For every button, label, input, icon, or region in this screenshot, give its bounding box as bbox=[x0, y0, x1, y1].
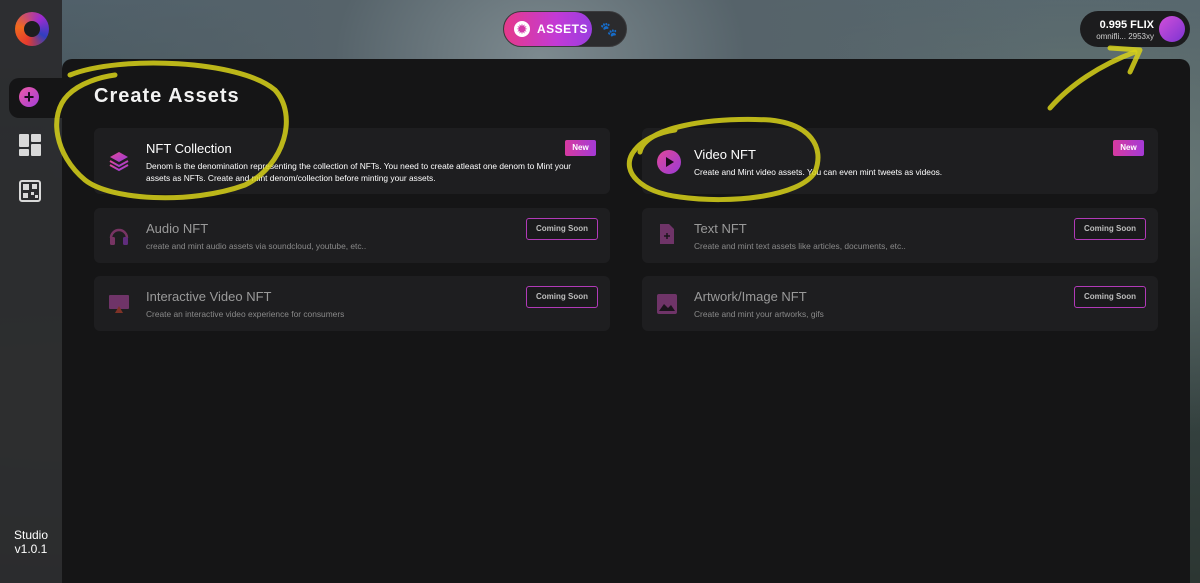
card-audio-nft: Audio NFT create and mint audio assets v… bbox=[94, 208, 610, 263]
coming-soon-badge: Coming Soon bbox=[1074, 286, 1146, 308]
interactive-video-icon bbox=[109, 295, 129, 313]
new-badge: New bbox=[1113, 140, 1144, 156]
wallet-address: omnifli... 2953xy bbox=[1096, 32, 1154, 41]
card-title: NFT Collection bbox=[146, 141, 232, 156]
wallet-widget[interactable]: 0.995 FLIX omnifli... 2953xy bbox=[1080, 11, 1190, 47]
tab-assets-label: ASSETS bbox=[537, 22, 589, 36]
card-nft-collection[interactable]: NFT Collection Denom is the denomination… bbox=[94, 128, 610, 194]
sidebar: + Studio v1.0.1 bbox=[0, 0, 63, 583]
play-icon bbox=[657, 150, 681, 174]
main-panel: Create Assets NFT Collection Denom is th… bbox=[62, 59, 1190, 583]
omniflix-logo[interactable] bbox=[15, 12, 49, 46]
document-icon bbox=[660, 224, 674, 244]
new-badge: New bbox=[565, 140, 596, 156]
plus-circle-icon[interactable]: + bbox=[19, 87, 39, 107]
wallet-balance: 0.995 FLIX bbox=[1099, 19, 1154, 31]
top-tab-switcher: ✹ ASSETS 🐾 bbox=[503, 11, 627, 47]
card-interactive-video-nft: Interactive Video NFT Create an interact… bbox=[94, 276, 610, 331]
tab-assets[interactable]: ✹ ASSETS bbox=[504, 12, 592, 46]
avatar[interactable] bbox=[1159, 16, 1185, 42]
card-artwork-image-nft: Artwork/Image NFT Create and mint your a… bbox=[642, 276, 1158, 331]
card-description: Create an interactive video experience f… bbox=[146, 309, 345, 319]
headphones-icon bbox=[109, 228, 129, 245]
dashboard-icon[interactable] bbox=[19, 134, 41, 156]
coming-soon-badge: Coming Soon bbox=[526, 286, 598, 308]
card-description: create and mint audio assets via soundcl… bbox=[146, 241, 367, 251]
card-title: Video NFT bbox=[694, 147, 756, 162]
coming-soon-badge: Coming Soon bbox=[526, 218, 598, 240]
card-description: Create and mint text assets like article… bbox=[694, 241, 906, 251]
coming-soon-badge: Coming Soon bbox=[1074, 218, 1146, 240]
card-description: Denom is the denomination representing t… bbox=[146, 161, 572, 183]
card-description: Create and Mint video assets. You can ev… bbox=[694, 167, 943, 177]
paw-icon[interactable]: 🐾 bbox=[600, 20, 618, 38]
layers-icon bbox=[109, 152, 129, 172]
studio-label: Studio bbox=[13, 528, 49, 542]
card-title: Interactive Video NFT bbox=[146, 289, 272, 304]
card-title: Audio NFT bbox=[146, 221, 209, 236]
image-icon bbox=[657, 294, 677, 314]
version-label: v1.0.1 bbox=[14, 542, 48, 556]
card-description: Create and mint your artworks, gifs bbox=[694, 309, 824, 319]
card-video-nft[interactable]: Video NFT Create and Mint video assets. … bbox=[642, 128, 1158, 194]
studio-version: Studio v1.0.1 bbox=[0, 528, 62, 556]
card-title: Text NFT bbox=[694, 221, 747, 236]
page-title: Create Assets bbox=[94, 85, 240, 107]
gear-icon: ✹ bbox=[514, 21, 530, 37]
card-title: Artwork/Image NFT bbox=[694, 289, 807, 304]
card-text-nft: Text NFT Create and mint text assets lik… bbox=[642, 208, 1158, 263]
qr-code-icon[interactable] bbox=[19, 180, 41, 202]
